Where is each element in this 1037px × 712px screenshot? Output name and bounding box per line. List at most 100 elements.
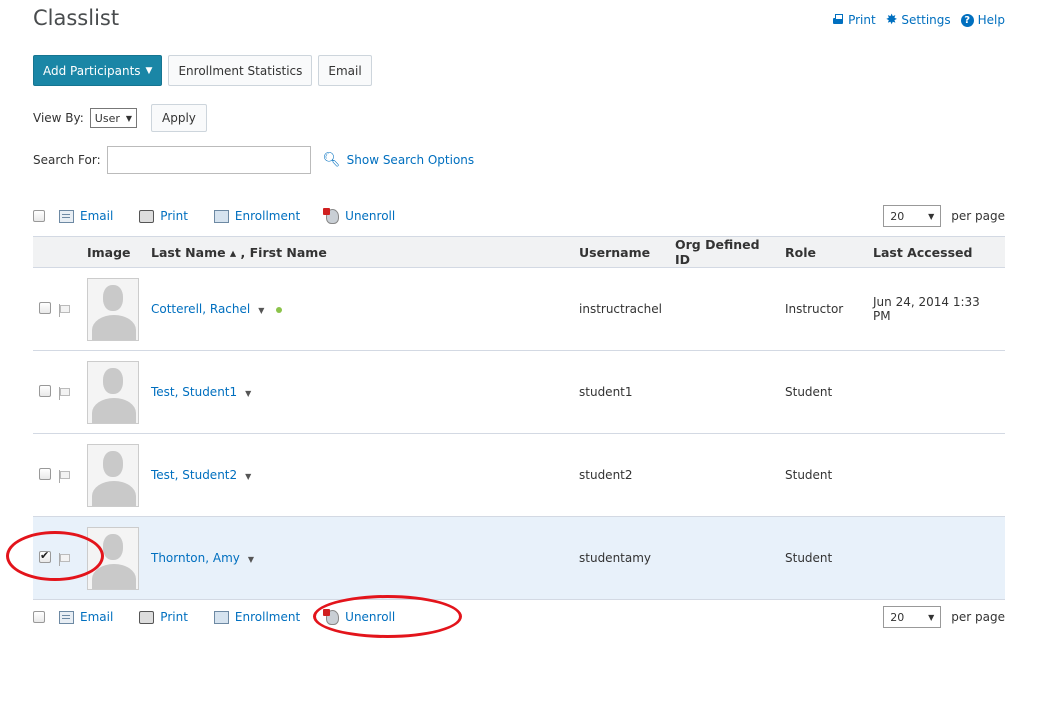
search-icon[interactable]: 🔍︎ <box>323 152 341 168</box>
chevron-down-icon: ▼ <box>125 113 133 123</box>
per-page-label: per page <box>951 610 1005 624</box>
email-action-label: Email <box>80 209 114 223</box>
flag-icon[interactable] <box>59 552 70 566</box>
row-last-accessed <box>867 516 1005 600</box>
enrollment-icon <box>213 610 229 624</box>
chevron-down-icon: ▼ <box>928 211 935 221</box>
row-name-cell: Test, Student2 ▼ <box>145 433 573 517</box>
per-page-select[interactable]: 20 ▼ <box>883 606 942 628</box>
unenroll-action[interactable]: Unenroll <box>323 608 396 625</box>
flag-icon[interactable] <box>59 303 70 317</box>
flag-icon[interactable] <box>59 386 70 400</box>
header-image: Image <box>81 236 145 268</box>
chevron-down-icon[interactable]: ▼ <box>248 555 254 564</box>
row-checkbox[interactable] <box>39 467 51 480</box>
gear-icon: ✸ <box>885 12 898 28</box>
per-page-value: 20 <box>890 610 905 624</box>
search-row: Search For: 🔍︎ Show Search Options <box>33 146 474 174</box>
add-participants-label: Add Participants <box>43 63 141 78</box>
email-button[interactable]: Email <box>318 55 372 86</box>
chevron-down-icon[interactable]: ▼ <box>245 389 251 398</box>
email-action[interactable]: Email <box>59 610 113 624</box>
unenroll-icon <box>323 608 340 625</box>
per-page-label: per page <box>951 209 1005 223</box>
help-icon: ? <box>960 13 974 27</box>
row-checkbox[interactable] <box>39 384 51 397</box>
row-select-cell <box>33 350 81 434</box>
row-org-id <box>669 433 779 517</box>
settings-link-label: Settings <box>901 13 951 27</box>
table-row: Cotterell, Rachel ▼ instructrachel Instru… <box>33 267 1005 351</box>
per-page-select[interactable]: 20 ▼ <box>883 205 942 227</box>
show-search-options-link[interactable]: Show Search Options <box>347 153 475 167</box>
row-checkbox[interactable] <box>39 549 51 563</box>
row-role: Instructor <box>779 267 867 351</box>
row-username: student1 <box>573 350 669 434</box>
chevron-down-icon: ▼ <box>145 65 153 76</box>
select-all-checkbox[interactable] <box>33 611 45 623</box>
print-link[interactable]: Print <box>832 13 876 27</box>
header-name[interactable]: Last Name ▴ , First Name <box>145 236 573 268</box>
header-last-accessed[interactable]: Last Accessed <box>867 236 1005 268</box>
row-org-id <box>669 267 779 351</box>
header-org-id[interactable]: Org Defined ID <box>669 236 779 268</box>
row-image-cell <box>81 350 145 434</box>
row-org-id <box>669 516 779 600</box>
enrollment-action-label: Enrollment <box>234 209 301 223</box>
user-name-link[interactable]: Thornton, Amy <box>151 551 240 565</box>
row-username: student2 <box>573 433 669 517</box>
row-select-cell <box>33 267 81 351</box>
chevron-down-icon: ▼ <box>928 612 935 622</box>
search-for-label: Search For: <box>33 153 101 167</box>
user-name-link[interactable]: Test, Student1 <box>151 385 237 399</box>
page-title: Classlist <box>33 6 120 30</box>
row-select-cell <box>33 433 81 517</box>
row-name-cell: Cotterell, Rachel ▼ <box>145 267 573 351</box>
search-input[interactable] <box>106 146 311 174</box>
enrollment-action[interactable]: Enrollment <box>213 209 301 223</box>
row-select-cell <box>33 516 81 600</box>
row-checkbox[interactable] <box>39 301 51 314</box>
table-row: Thornton, Amy ▼ studentamy Student <box>33 516 1005 600</box>
chevron-down-icon[interactable]: ▼ <box>245 472 251 481</box>
avatar <box>87 277 139 341</box>
row-name-cell: Thornton, Amy ▼ <box>145 516 573 600</box>
classlist-table: Image Last Name ▴ , First Name Username … <box>33 236 1005 600</box>
email-icon <box>59 209 74 223</box>
unenroll-action[interactable]: Unenroll <box>323 207 395 224</box>
apply-button[interactable]: Apply <box>151 104 207 132</box>
select-all-checkbox[interactable] <box>33 210 45 222</box>
email-action-label: Email <box>80 610 114 624</box>
enrollment-action[interactable]: Enrollment <box>213 610 300 624</box>
avatar <box>87 443 139 507</box>
flag-icon[interactable] <box>59 469 70 483</box>
row-role: Student <box>779 433 867 517</box>
view-by-value: User <box>94 111 120 125</box>
printer-icon <box>139 610 155 624</box>
email-action[interactable]: Email <box>59 209 113 223</box>
header-select <box>33 236 81 268</box>
per-page-control: 20 ▼ per page <box>883 205 1005 227</box>
row-last-accessed <box>867 433 1005 517</box>
online-status-icon <box>276 306 283 313</box>
header-username[interactable]: Username <box>573 236 669 268</box>
view-by-select[interactable]: User ▼ <box>89 108 138 128</box>
table-row: Test, Student1 ▼ student1 Student <box>33 350 1005 434</box>
bottom-action-bar: Email Print Enrollment Unenroll 20 ▼ per… <box>33 605 1005 629</box>
row-last-accessed: Jun 24, 2014 1:33 PM <box>867 267 1005 351</box>
print-action[interactable]: Print <box>139 610 188 624</box>
settings-link[interactable]: ✸ Settings <box>886 13 951 27</box>
header-role[interactable]: Role <box>779 236 867 268</box>
user-name-link[interactable]: Test, Student2 <box>151 468 237 482</box>
user-name-link[interactable]: Cotterell, Rachel <box>151 302 250 316</box>
main-toolbar: Add Participants ▼ Enrollment Statistics… <box>33 55 372 86</box>
enrollment-statistics-button[interactable]: Enrollment Statistics <box>168 55 313 86</box>
row-last-accessed <box>867 350 1005 434</box>
row-username: instructrachel <box>573 267 669 351</box>
row-org-id <box>669 350 779 434</box>
print-action[interactable]: Print <box>139 209 188 223</box>
help-link[interactable]: ? Help <box>960 13 1005 27</box>
unenroll-action-label: Unenroll <box>345 610 396 624</box>
chevron-down-icon[interactable]: ▼ <box>258 306 264 315</box>
add-participants-button[interactable]: Add Participants ▼ <box>33 55 163 86</box>
